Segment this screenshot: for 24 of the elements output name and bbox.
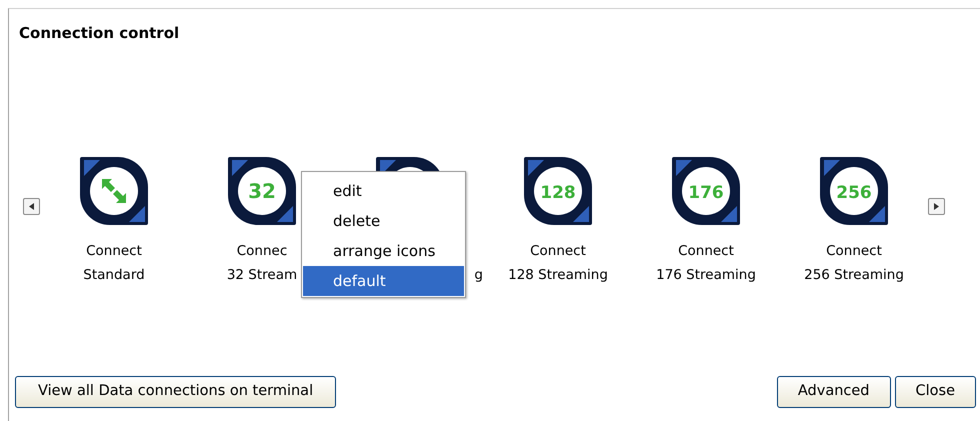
connection-label: Connect: [678, 242, 734, 260]
menu-item[interactable]: arrange icons: [303, 236, 464, 266]
menu-item[interactable]: edit: [303, 176, 464, 206]
window-title: Connection control: [18, 23, 180, 44]
scroll-left-button[interactable]: [23, 198, 40, 214]
view-connections-button[interactable]: View all Data connections on terminal: [15, 376, 336, 408]
connection-label: Connect: [826, 242, 882, 260]
connection-label: g: [474, 266, 483, 284]
connection-label: 256 Streaming: [804, 266, 904, 284]
right-triangle-icon: [932, 202, 941, 210]
connection-label: Connect: [86, 242, 142, 260]
connection-label: 176 Streaming: [656, 266, 756, 284]
left-triangle-icon: [27, 202, 36, 210]
dialog-button[interactable]: Advanced: [776, 376, 890, 408]
dialog-button[interactable]: Close: [894, 376, 976, 408]
scroll-right-button[interactable]: [928, 198, 945, 214]
connection-label: 32 Stream: [226, 266, 298, 284]
connection-label: Standard: [83, 266, 145, 284]
menu-item[interactable]: default: [303, 266, 464, 296]
connection-label: 128 Streaming: [508, 266, 608, 284]
connection-label: Connec: [236, 242, 288, 260]
connection-label: Connect: [530, 242, 586, 260]
connection-icon[interactable]: [78, 154, 150, 226]
menu-item[interactable]: delete: [303, 206, 464, 236]
